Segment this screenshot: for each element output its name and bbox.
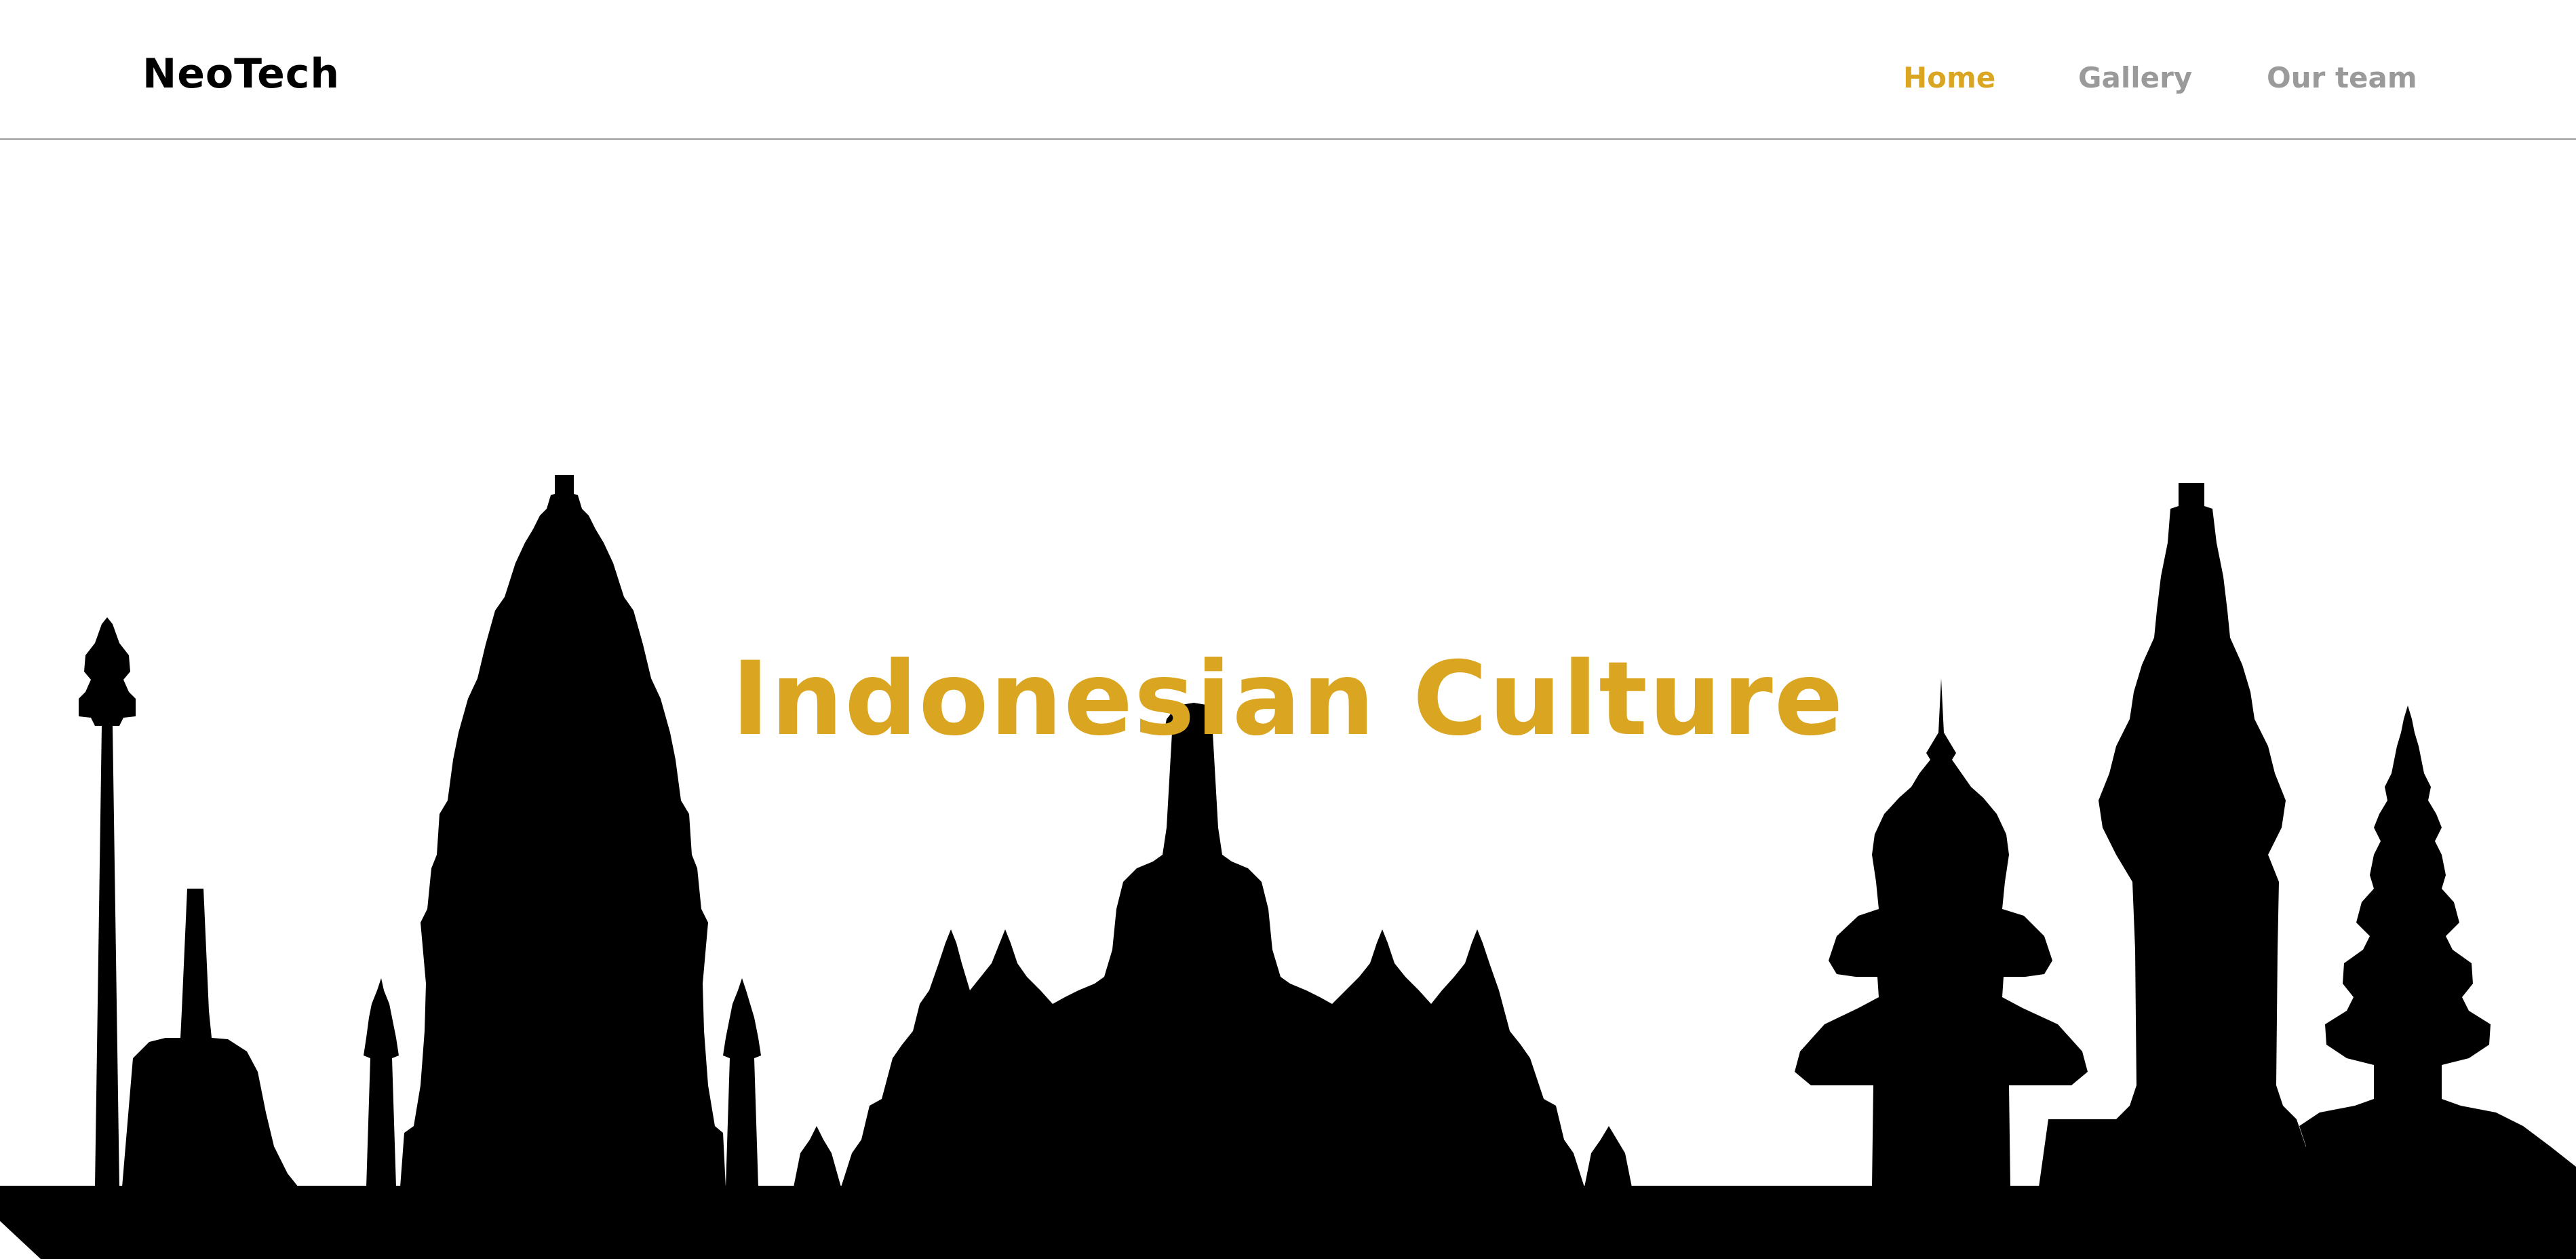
prambanan-temple-silhouette	[400, 475, 726, 1187]
small-stupa-silhouette	[122, 889, 298, 1187]
indonesian-temples-silhouette	[0, 475, 2576, 1259]
small-shrine-left-silhouette	[364, 978, 399, 1187]
tiny-stupa-silhouette	[794, 1126, 841, 1187]
temples-silhouette-graphic	[0, 475, 2576, 1259]
balinese-meru-silhouette	[2297, 705, 2576, 1187]
tiny-stupa-right-silhouette	[1584, 1126, 1632, 1187]
nav-link-home[interactable]: Home	[1903, 56, 1995, 100]
nav-links: Home Gallery Our team	[1903, 0, 2576, 140]
page: NeoTech Home Gallery Our team Indonesian…	[0, 0, 2576, 1259]
small-shrine-right-silhouette	[723, 978, 761, 1187]
nav-link-our-team[interactable]: Our team	[2267, 56, 2417, 100]
hero-title: Indonesian Culture	[731, 640, 1845, 758]
nav-link-gallery[interactable]: Gallery	[2078, 56, 2192, 100]
ground-base	[0, 1186, 2576, 1259]
brand-logo[interactable]: NeoTech	[142, 43, 340, 104]
top-navbar: NeoTech Home Gallery Our team	[0, 0, 2576, 140]
balinese-tower-silhouette	[2039, 483, 2320, 1187]
borobudur-temple-silhouette	[841, 703, 1584, 1187]
